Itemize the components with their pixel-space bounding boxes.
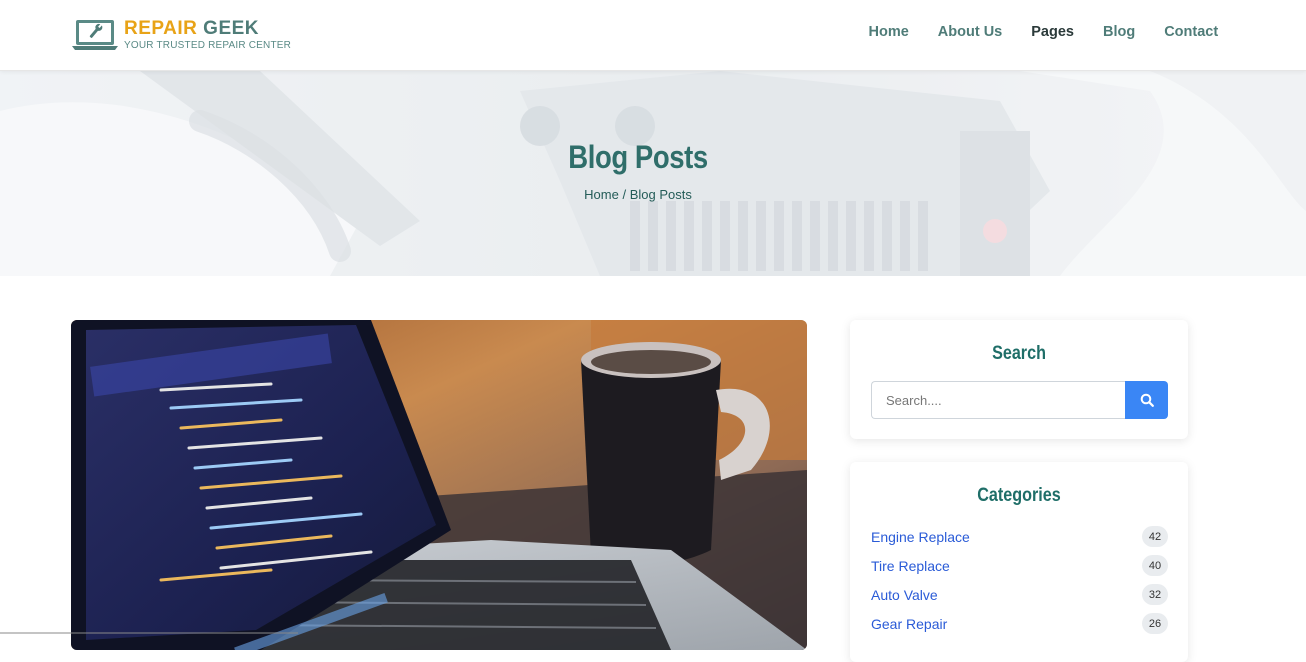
category-label[interactable]: Tire Replace <box>871 558 950 574</box>
category-label[interactable]: Auto Valve <box>871 587 938 603</box>
category-count-badge: 26 <box>1142 613 1168 634</box>
brand-tagline: YOUR TRUSTED REPAIR CENTER <box>124 40 292 51</box>
main-nav: Home About Us Pages Blog Contact <box>854 24 1233 40</box>
brand-name-part2: GEEK <box>203 18 260 39</box>
breadcrumb: Home / Blog Posts <box>0 187 1276 202</box>
brand-name-part1: REPAIR <box>124 18 198 39</box>
category-count-badge: 42 <box>1142 526 1168 547</box>
breadcrumb-separator: / <box>618 187 630 202</box>
category-count-badge: 32 <box>1142 584 1168 605</box>
nav-blog[interactable]: Blog <box>1103 24 1135 40</box>
category-count-badge: 40 <box>1142 555 1168 576</box>
search-input[interactable] <box>871 381 1125 419</box>
nav-contact[interactable]: Contact <box>1164 24 1218 40</box>
categories-list: Engine Replace 42 Tire Replace 40 Auto V… <box>871 522 1168 638</box>
category-item[interactable]: Auto Valve 32 <box>871 580 1168 609</box>
page-banner: Blog Posts Home / Blog Posts <box>0 71 1306 276</box>
search-icon <box>1140 393 1154 407</box>
breadcrumb-home[interactable]: Home <box>584 187 619 202</box>
category-label[interactable]: Engine Replace <box>871 529 970 545</box>
category-label[interactable]: Gear Repair <box>871 616 947 632</box>
blog-post-image[interactable] <box>71 320 807 650</box>
nav-home[interactable]: Home <box>869 24 909 40</box>
brand-name: REPAIR GEEK <box>124 18 259 40</box>
site-header: REPAIR GEEK YOUR TRUSTED REPAIR CENTER H… <box>0 0 1306 71</box>
category-item[interactable]: Engine Replace 42 <box>871 522 1168 551</box>
nav-pages[interactable]: Pages <box>1031 24 1074 40</box>
logo[interactable]: REPAIR GEEK YOUR TRUSTED REPAIR CENTER <box>72 16 291 56</box>
laptop-code-photo <box>71 320 807 650</box>
nav-about-us[interactable]: About Us <box>938 24 1002 40</box>
categories-widget-title: Categories <box>977 485 1061 506</box>
breadcrumb-current: Blog Posts <box>629 187 692 202</box>
laptop-wrench-icon <box>72 20 118 50</box>
category-item[interactable]: Tire Replace 40 <box>871 551 1168 580</box>
search-widget: Search <box>850 320 1188 439</box>
search-button[interactable] <box>1125 381 1168 419</box>
page-title: Blog Posts <box>568 139 708 175</box>
categories-widget: Categories Engine Replace 42 Tire Replac… <box>850 462 1188 662</box>
search-widget-title: Search <box>992 343 1046 364</box>
